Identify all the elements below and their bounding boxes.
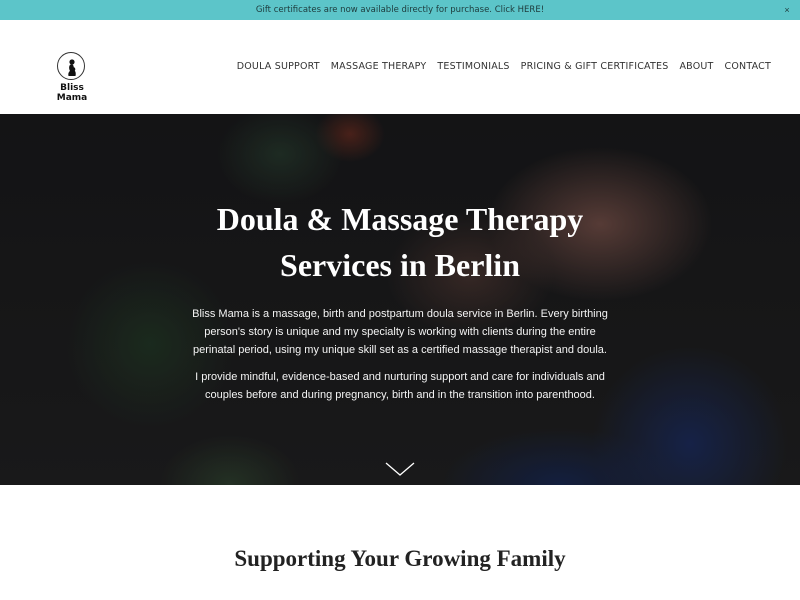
hero-background-image — [0, 114, 800, 485]
pregnant-silhouette-icon — [57, 52, 85, 80]
site-header: Bliss Mama DOULA SUPPORT MASSAGE THERAPY… — [0, 20, 800, 114]
nav-pricing-gift-certificates[interactable]: PRICING & GIFT CERTIFICATES — [521, 61, 669, 72]
nav-doula-support[interactable]: DOULA SUPPORT — [237, 61, 320, 72]
announcement-text[interactable]: Gift certificates are now available dire… — [256, 5, 544, 15]
nav-contact[interactable]: CONTACT — [725, 61, 771, 72]
hero-title-line-2: Services in Berlin — [280, 247, 520, 283]
nav-massage-therapy[interactable]: MASSAGE THERAPY — [331, 61, 427, 72]
logo-text: Bliss Mama — [56, 83, 88, 103]
hero-section: Doula & Massage Therapy Services in Berl… — [0, 114, 800, 485]
hero-title-line-1: Doula & Massage Therapy — [216, 201, 584, 237]
chevron-down-icon[interactable] — [385, 461, 415, 477]
main-nav: DOULA SUPPORT MASSAGE THERAPY TESTIMONIA… — [237, 61, 771, 72]
close-icon[interactable]: × — [780, 3, 794, 17]
logo[interactable]: Bliss Mama — [44, 52, 100, 103]
section-title: Supporting Your Growing Family — [234, 546, 566, 571]
hero-title: Doula & Massage Therapy Services in Berl… — [150, 196, 650, 288]
announcement-bar[interactable]: Gift certificates are now available dire… — [0, 0, 800, 20]
nav-about[interactable]: ABOUT — [679, 61, 713, 72]
hero-intro-paragraph: Bliss Mama is a massage, birth and postp… — [192, 308, 608, 356]
nav-testimonials[interactable]: TESTIMONIALS — [437, 61, 509, 72]
hero-support-paragraph: I provide mindful, evidence-based and nu… — [195, 371, 605, 401]
